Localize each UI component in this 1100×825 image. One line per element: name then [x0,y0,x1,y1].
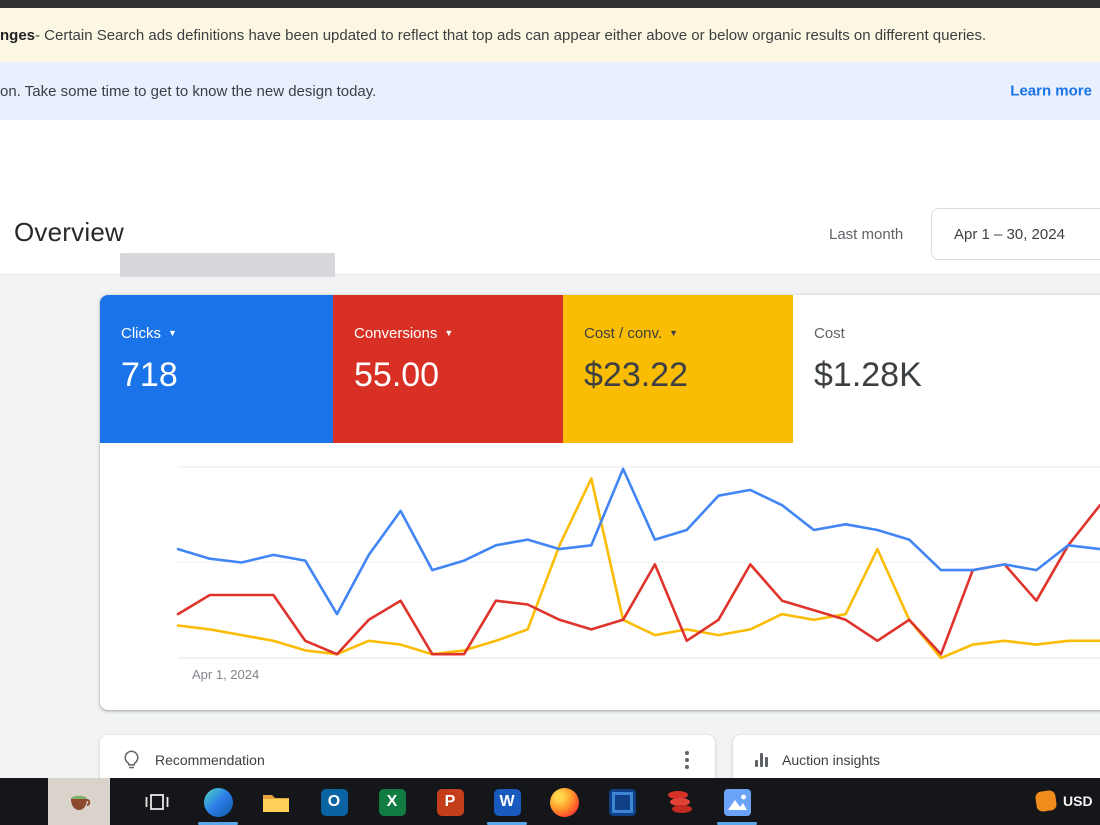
lightbulb-icon [122,749,141,771]
performance-line-chart[interactable] [100,295,1100,710]
firefox-button[interactable] [548,786,580,818]
kebab-menu-icon[interactable] [681,747,693,773]
excel-button[interactable]: X [376,786,408,818]
auction-insights-card-title: Auction insights [782,752,881,768]
blue-notice-text: on. Take some time to get to know the ne… [0,82,377,100]
windows-taskbar: O X P W USD [0,778,1100,825]
recommendation-card-title: Recommendation [155,752,265,768]
word-icon: W [493,788,521,816]
date-range-picker[interactable]: Apr 1 – 30, 2024 [931,208,1100,260]
date-range-value: Apr 1 – 30, 2024 [954,225,1065,243]
photos-button[interactable] [721,786,753,818]
date-range-preset-label[interactable]: Last month [829,226,903,243]
page-title: Overview [14,217,124,247]
powerpoint-button[interactable]: P [434,786,466,818]
outlook-button[interactable]: O [318,786,350,818]
edge-icon [203,787,233,817]
notice-body-text: - Certain Search ads definitions have be… [35,26,987,44]
filter-bar: abled, Paused Ad group status: Enabled, … [0,120,1100,297]
learn-more-link[interactable]: Learn more [1010,83,1092,100]
currency-tray-icon[interactable] [1034,789,1058,813]
excel-icon: X [378,788,406,816]
outlook-icon: O [320,788,348,816]
blue-app-button[interactable] [606,786,638,818]
word-button[interactable]: W [491,786,523,818]
blue-app-icon [608,788,636,816]
x-axis-first-label: Apr 1, 2024 [192,667,260,682]
search-highlight-button[interactable] [48,778,110,825]
folder-icon [263,794,289,812]
collapsed-panel-stub [120,253,335,277]
yellow-notice-banner: nges - Certain Search ads definitions ha… [0,8,1100,62]
window-top-strip [0,0,1100,8]
edge-browser-button[interactable] [202,786,234,818]
red-stack-app-button[interactable] [664,786,696,818]
firefox-icon [549,787,579,817]
blue-notice-banner: on. Take some time to get to know the ne… [0,62,1100,120]
notice-lead-text: nges [0,26,36,44]
currency-tray-label[interactable]: USD [1063,793,1093,809]
bar-chart-icon [755,753,768,767]
photos-icon [723,788,751,816]
file-explorer-button[interactable] [260,786,292,818]
red-stack-icon [668,791,692,813]
task-view-icon [145,794,169,810]
teacup-illustration-icon [66,790,92,814]
powerpoint-icon: P [436,788,464,816]
overview-metrics-card: Clicks ▼ 718 Conversions ▼ 55.00 Cost / … [100,295,1100,710]
task-view-button[interactable] [141,786,173,818]
